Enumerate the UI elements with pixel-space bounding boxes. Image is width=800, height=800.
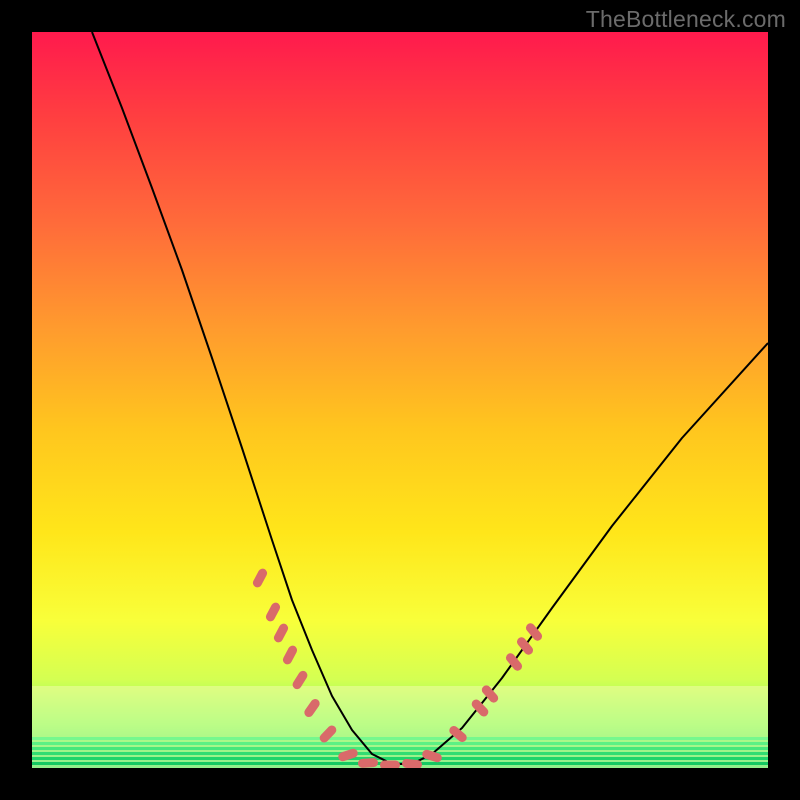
- dash-marker: [380, 761, 400, 769]
- dash-marker: [264, 601, 281, 623]
- bottleneck-curve-path: [92, 32, 768, 764]
- dash-marker: [272, 622, 289, 644]
- green-stripe: [32, 757, 768, 760]
- plot-area: [32, 32, 768, 768]
- green-stripe: [32, 752, 768, 755]
- dash-marker: [251, 567, 268, 589]
- watermark-text: TheBottleneck.com: [586, 6, 786, 33]
- bottleneck-curve: [92, 32, 768, 764]
- dash-marker: [358, 758, 379, 768]
- green-stripe: [32, 747, 768, 750]
- chart-frame: TheBottleneck.com: [0, 0, 800, 800]
- green-stripe: [32, 742, 768, 745]
- bottom-band-rect: [32, 686, 768, 768]
- plot-svg: [32, 32, 768, 768]
- dash-marker: [281, 644, 298, 666]
- bottom-highlight-band: [32, 686, 768, 768]
- dash-marker: [515, 635, 535, 656]
- green-stripe: [32, 737, 768, 740]
